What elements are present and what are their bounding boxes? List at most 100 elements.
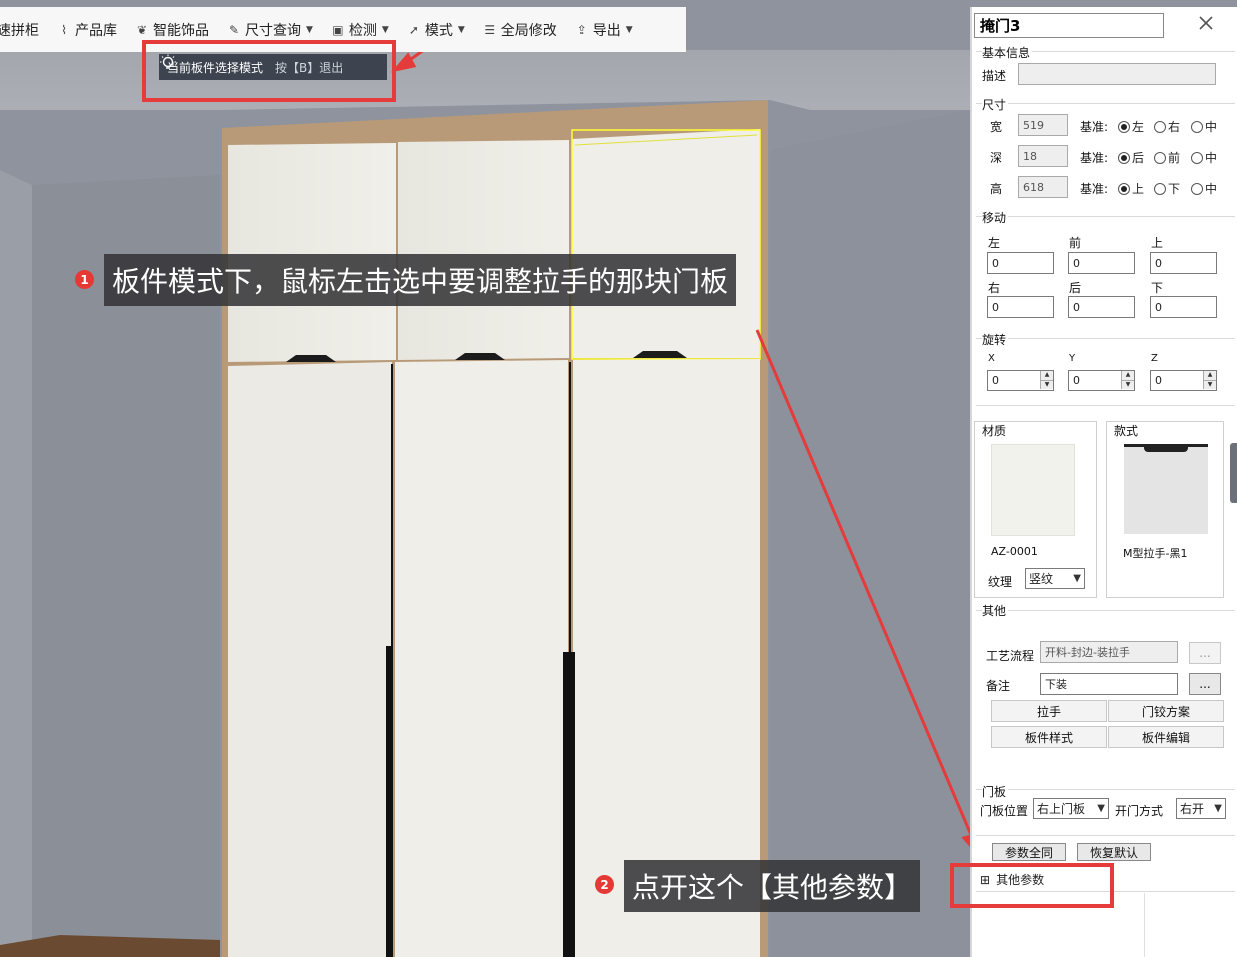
rotate-z-stepper[interactable]: ▲▼ [1150,370,1217,391]
note-more-button[interactable]: ... [1189,673,1221,695]
material-swatch[interactable] [991,444,1075,536]
divider [976,789,1235,790]
toolbar-global-edit[interactable]: ☰ 全局修改 [474,15,566,45]
radio-dot [1154,151,1166,164]
toolbar-product-library[interactable]: ⌇ 产品库 [48,15,126,45]
width-label: 宽 [990,120,1003,134]
move-front-field[interactable] [1068,252,1135,274]
note-field[interactable] [1040,673,1178,695]
width-radio-center[interactable]: 中 [1191,118,1217,135]
depth-radio-center[interactable]: 中 [1191,149,1217,166]
top-door-1[interactable] [228,143,396,362]
door-open-label: 开门方式 [1115,804,1164,818]
radio-dot [1191,120,1203,133]
panel-title-input[interactable] [974,13,1164,38]
width-field[interactable] [1018,114,1068,136]
sliders-icon: ☰ [484,22,496,37]
spin-up-icon[interactable]: ▲ [1204,371,1216,380]
spin-down-icon[interactable]: ▼ [1041,379,1053,389]
panel-edit-button[interactable]: 板件编辑 [1108,726,1224,748]
move-back-field[interactable] [1068,296,1135,318]
toolbar-product-library-label: 产品库 [75,22,117,39]
export-icon: ⇪ [576,22,587,37]
height-radio-center[interactable]: 中 [1191,180,1217,197]
door-position-value: 右上门板 [1037,802,1086,816]
style-name: M型拉手-黑1 [1123,547,1188,560]
3d-viewport[interactable]: 速拼柜 ⌇ 产品库 ❦ 智能饰品 ✎ 尺寸查询 ▼ ▣ 检测 ▼ ➚ 模式 ▼ … [0,0,970,957]
spin-buttons[interactable]: ▲ ▼ [1040,371,1053,389]
note-label: 备注 [986,679,1011,693]
spin-buttons[interactable]: ▲ ▼ [1121,371,1134,389]
inspect-icon: ▣ [332,22,344,37]
move-down-field[interactable] [1150,296,1217,318]
style-thumbnail[interactable] [1124,444,1208,534]
process-label: 工艺流程 [986,649,1035,663]
door-open-value: 右开 [1180,802,1205,816]
height-field[interactable] [1018,176,1068,198]
rotate-x-stepper[interactable]: ▲▼ [987,370,1054,391]
reset-default-button[interactable]: 恢复默认 [1077,843,1151,861]
radio-label: 下 [1168,182,1181,196]
process-field[interactable] [1040,641,1178,663]
width-base-label: 基准: [1080,120,1109,134]
move-up-label: 上 [1151,236,1164,250]
move-front-label: 前 [1069,236,1082,250]
height-radio-bottom[interactable]: 下 [1154,180,1180,197]
highlight-other-params [950,863,1114,908]
apply-all-button[interactable]: 参数全同 [992,843,1066,861]
depth-radio-front[interactable]: 前 [1154,149,1180,166]
bottom-door-1[interactable] [228,362,392,957]
move-left-field[interactable] [987,252,1054,274]
handle-button[interactable]: 拉手 [991,700,1107,722]
desc-field[interactable] [1018,63,1216,85]
bottom-door-2[interactable] [395,360,568,957]
door-open-select[interactable]: 右开 ▼ [1176,798,1226,819]
close-icon[interactable] [1196,13,1216,33]
property-panel: 基本信息 描述 尺寸 宽 基准: 左 右 中 深 基准: 后 前 中 高 基准:… [950,7,1237,957]
radio-label: 前 [1168,151,1181,165]
divider [976,338,1235,339]
toolbar-smart-decor-label: 智能饰品 [153,22,209,39]
height-label: 高 [990,182,1003,196]
step1-callout: 板件模式下，鼠标左击选中要调整拉手的那块门板 [104,254,737,306]
toolbar-mode-label: 模式 [424,22,453,39]
depth-base-label: 基准: [1080,151,1109,165]
toolbar-quick-cabinet[interactable]: 速拼柜 [0,15,48,45]
spin-up-icon[interactable]: ▲ [1122,371,1134,380]
move-right-field[interactable] [987,296,1054,318]
step1-badge: 1 [75,270,94,289]
scrollbar-thumb[interactable] [1230,443,1237,503]
rotate-y-stepper[interactable]: ▲▼ [1068,370,1135,391]
spin-down-icon[interactable]: ▼ [1122,379,1134,389]
radio-dot [1154,182,1166,195]
rotate-heading: 旋转 [982,331,1009,348]
spin-buttons[interactable]: ▲ ▼ [1203,371,1216,389]
width-radio-left[interactable]: 左 [1118,118,1144,135]
toolbar-mode[interactable]: ➚ 模式 ▼ [398,15,474,45]
top-door-2[interactable] [398,140,569,360]
height-base-label: 基准: [1080,182,1109,196]
process-more-button[interactable]: ... [1189,642,1221,664]
radio-label: 上 [1132,182,1145,196]
door-position-select[interactable]: 右上门板 ▼ [1033,798,1109,819]
move-down-label: 下 [1151,281,1164,295]
height-radio-top[interactable]: 上 [1118,180,1144,197]
panel-style-button[interactable]: 板件样式 [991,726,1107,748]
door-position-label: 门板位置 [980,804,1029,818]
hinge-scheme-button[interactable]: 门铰方案 [1108,700,1224,722]
other-heading: 其他 [982,602,1009,619]
width-radio-right[interactable]: 右 [1154,118,1180,135]
spin-down-icon[interactable]: ▼ [1204,379,1216,389]
move-up-field[interactable] [1150,252,1217,274]
rotate-z-label: Z [1151,353,1158,364]
radio-dot [1118,182,1130,195]
door-heading: 门板 [982,783,1009,800]
toolbar-export[interactable]: ⇪ 导出 ▼ [566,15,642,45]
texture-select[interactable]: 竖纹 ▼ [1025,568,1085,589]
depth-field[interactable] [1018,145,1068,167]
top-door-3-selected[interactable] [572,129,760,358]
radio-label: 后 [1132,151,1145,165]
spin-up-icon[interactable]: ▲ [1041,371,1053,380]
decor-icon: ❦ [136,22,148,37]
depth-radio-back[interactable]: 后 [1118,149,1144,166]
